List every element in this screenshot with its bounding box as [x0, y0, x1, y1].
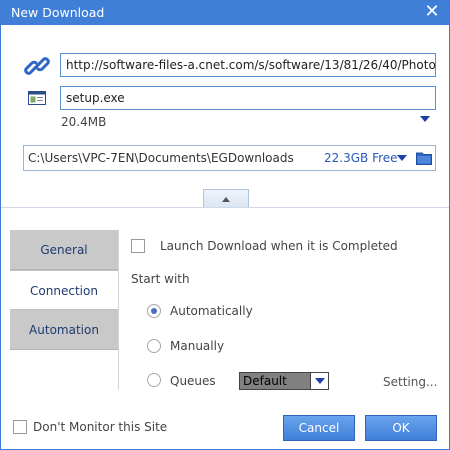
collapse-options-button[interactable] — [203, 189, 249, 208]
options-tabs: General Connection Automation — [10, 230, 118, 350]
automatically-label: Automatically — [170, 304, 253, 318]
new-download-dialog: New Download ✕ http://software-files-a.c… — [0, 0, 450, 450]
queue-value: Default — [243, 374, 287, 388]
free-space: 22.3GB Free — [324, 151, 398, 165]
manually-label: Manually — [170, 339, 225, 353]
launch-checkbox[interactable] — [131, 239, 145, 253]
chevron-down-icon — [310, 373, 328, 389]
cancel-button[interactable]: Cancel — [283, 415, 355, 441]
save-path-field[interactable]: C:\Users\VPC-7EN\Documents\EGDownloads 2… — [23, 145, 436, 171]
queues-radio[interactable] — [147, 373, 161, 387]
divider — [1, 207, 449, 208]
tab-connection[interactable]: Connection — [10, 270, 118, 310]
automatically-radio[interactable] — [147, 304, 161, 318]
manually-radio[interactable] — [147, 339, 161, 353]
setting-link[interactable]: Setting... — [383, 375, 437, 389]
close-button[interactable]: ✕ — [415, 1, 449, 25]
file-icon — [28, 91, 46, 105]
filename-input[interactable]: setup.exe — [60, 86, 436, 110]
folder-icon[interactable] — [416, 151, 432, 165]
save-path: C:\Users\VPC-7EN\Documents\EGDownloads — [28, 151, 294, 165]
window-title: New Download — [11, 5, 105, 20]
launch-label: Launch Download when it is Completed — [160, 239, 398, 253]
chevron-up-icon — [222, 197, 230, 202]
url-input[interactable]: http://software-files-a.cnet.com/s/softw… — [60, 53, 436, 77]
dont-monitor-label: Don't Monitor this Site — [33, 420, 168, 434]
chevron-down-icon[interactable] — [397, 155, 407, 161]
chevron-down-icon[interactable] — [420, 116, 430, 122]
link-icon — [24, 57, 50, 75]
tab-separator — [118, 230, 119, 390]
title-bar: New Download ✕ — [1, 1, 449, 25]
file-size: 20.4MB — [61, 115, 107, 129]
dont-monitor-checkbox[interactable] — [13, 420, 27, 434]
queues-label: Queues — [170, 374, 216, 388]
tab-general[interactable]: General — [10, 230, 118, 270]
tab-automation[interactable]: Automation — [10, 310, 118, 350]
start-with-label: Start with — [131, 272, 190, 286]
queue-select[interactable]: Default — [239, 372, 329, 390]
ok-button[interactable]: OK — [365, 415, 437, 441]
